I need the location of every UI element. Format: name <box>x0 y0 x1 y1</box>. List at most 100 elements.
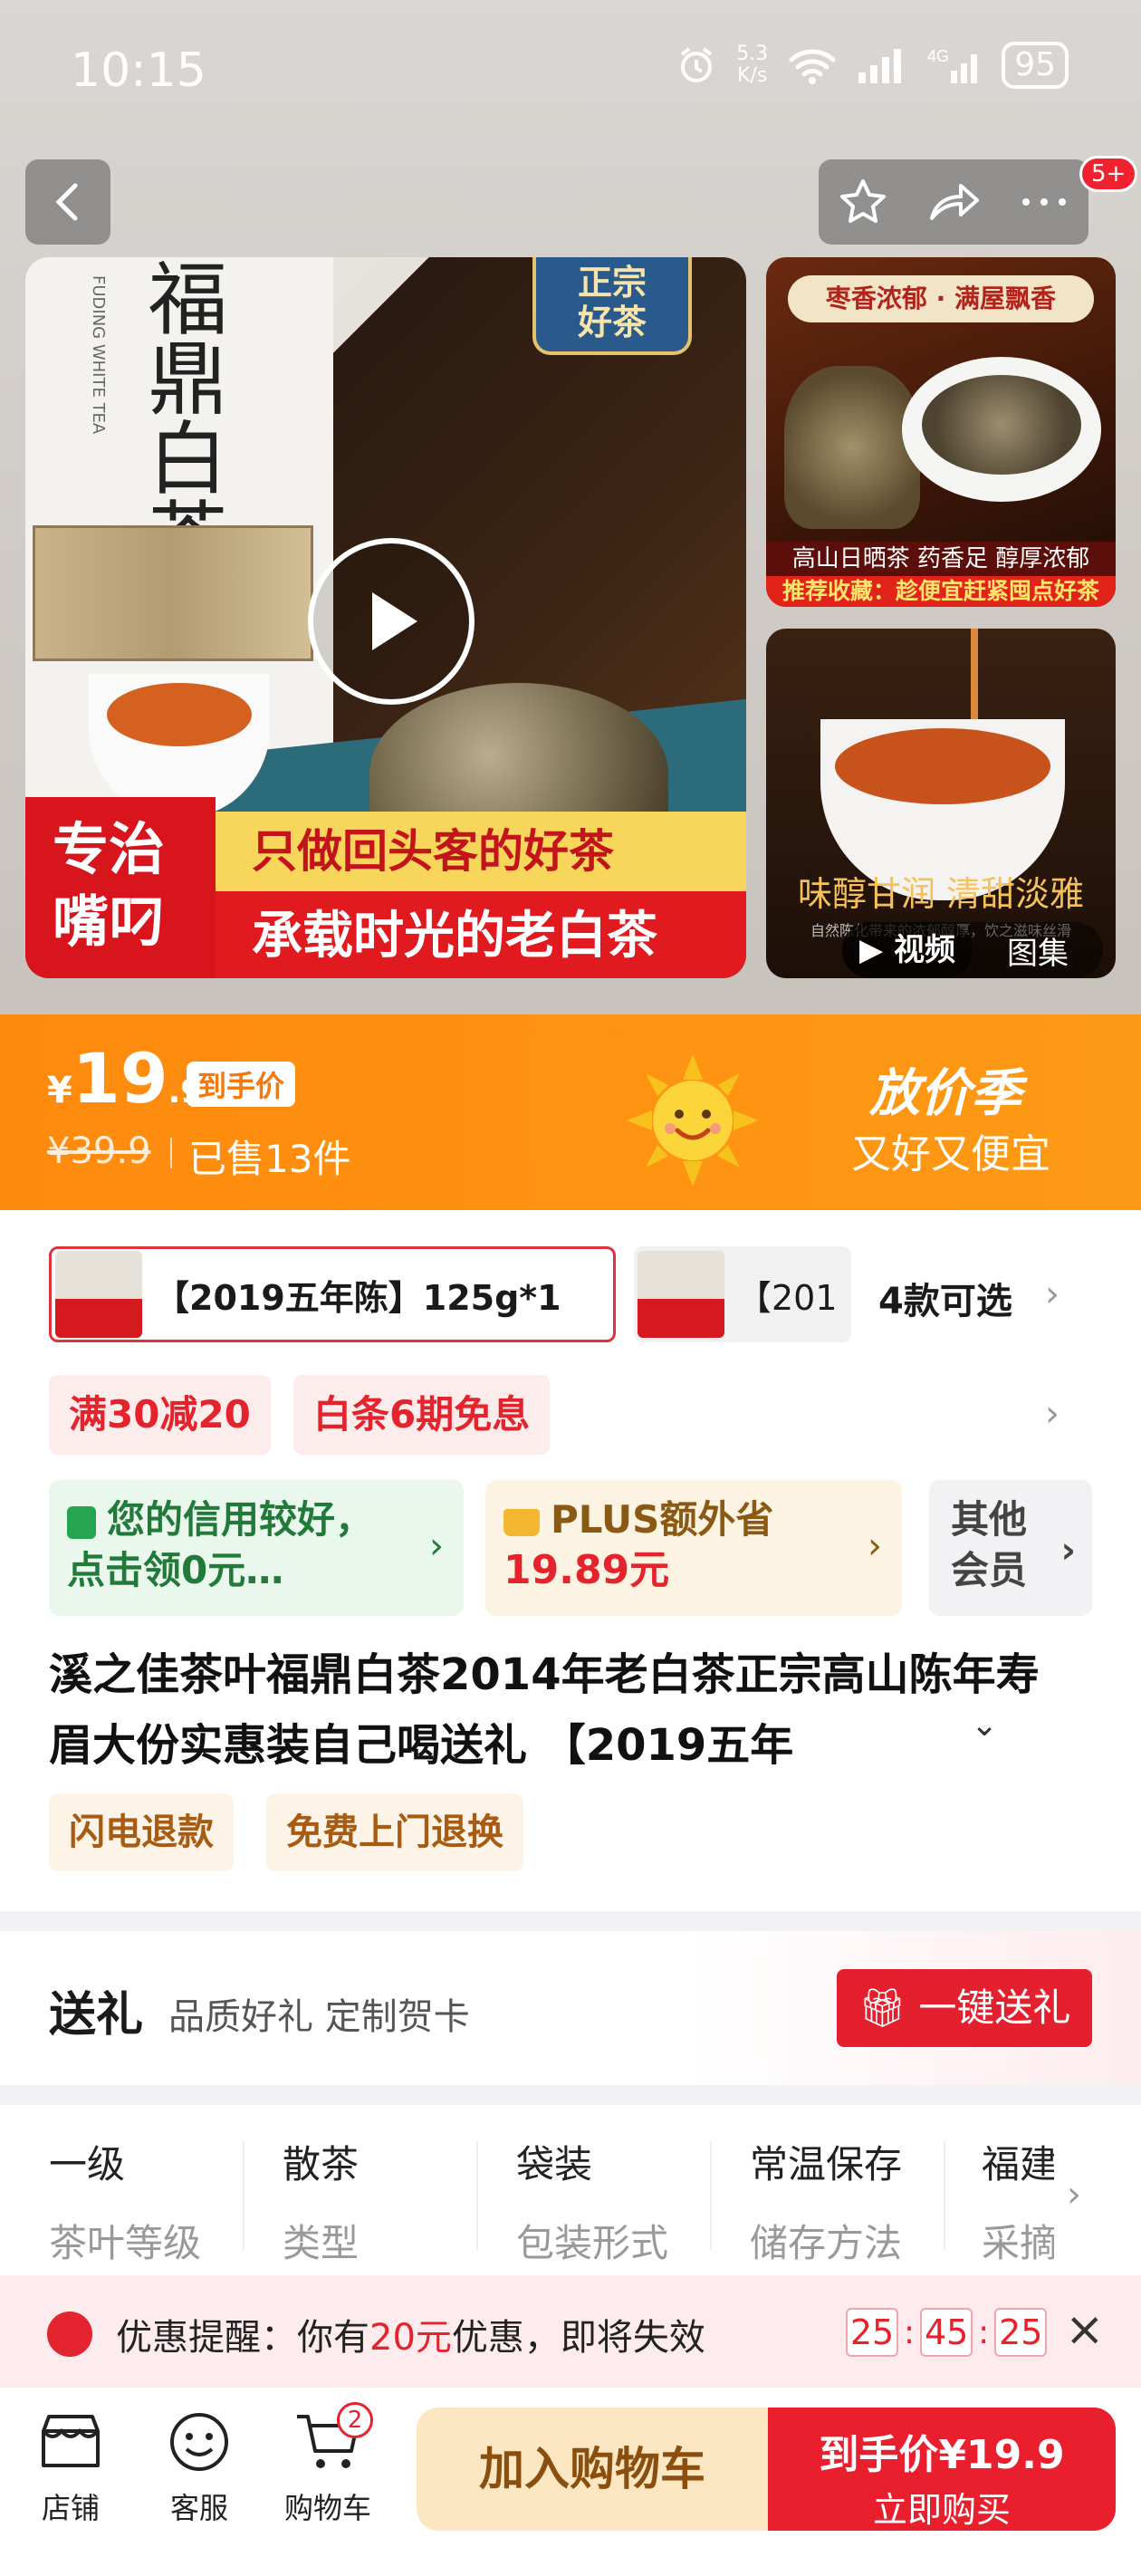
sku-option-selected[interactable]: 【2019五年陈】125g*1 <box>49 1246 616 1342</box>
sku-selector: 【2019五年陈】125g*1 【201 4款可选 › <box>49 1246 1117 1346</box>
reminder-text: 优惠提醒：你有20元优惠，即将失效 <box>116 2317 705 2359</box>
chevron-right-icon: › <box>1067 2174 1081 2216</box>
side2-caption: 味醇甘润 清甜淡雅 <box>797 874 1085 914</box>
tea-liquid <box>107 683 252 746</box>
promo-tag: 白条6期免息 <box>293 1375 551 1455</box>
side1-caption1: 高山日晒茶 药香足 醇厚浓郁 <box>766 542 1116 576</box>
bottom-action-bar: 店铺 客服 2 购物车 加入购物车 到手价¥19.9 立即购买 <box>0 2388 1141 2576</box>
divider <box>243 2141 244 2250</box>
other-member-card[interactable]: 其他会员 › <box>929 1480 1092 1616</box>
param-item: 一级 茶叶等级 <box>49 2142 202 2265</box>
param-item: 福建 采摘 <box>982 2142 1054 2265</box>
network-speed: 5.3 K/s <box>736 43 769 87</box>
store-icon <box>42 2415 100 2467</box>
countdown-timer: 25: 45: 25 <box>846 2308 1048 2357</box>
status-time: 10:15 <box>71 43 206 98</box>
banner-left: 专治 嘴叼 <box>25 797 216 978</box>
side2-tea <box>835 728 1050 804</box>
one-click-gift-button[interactable]: 🎁︎ 一键送礼 <box>837 1969 1092 2047</box>
buy-now-button[interactable]: 到手价¥19.9 立即购买 <box>768 2408 1116 2531</box>
sku-label: 【201 <box>737 1277 838 1318</box>
promo-subtitle: 又好又便宜 <box>851 1131 1050 1177</box>
tab-video[interactable]: ▶ 视频 <box>842 922 973 978</box>
chevron-right-icon: › <box>429 1525 444 1567</box>
divider <box>710 2141 712 2250</box>
customer-service-button[interactable]: 客服 <box>145 2408 254 2527</box>
divider <box>476 2141 478 2250</box>
add-to-cart-button[interactable]: 加入购物车 <box>417 2408 768 2531</box>
promo-title: 放价季 <box>869 1064 1021 1123</box>
package-subtitle: FUDING WHITE TEA <box>89 275 108 435</box>
close-icon[interactable]: × <box>1065 2302 1105 2357</box>
product-page: 10:15 5.3 K/s 4G 95 5+ 福鼎白茶 FUDING WHITE … <box>0 0 1141 2576</box>
bowl-leaves <box>922 375 1081 475</box>
back-button[interactable] <box>25 159 110 245</box>
shop-button[interactable]: 店铺 <box>16 2408 125 2527</box>
service-tag: 免费上门退换 <box>266 1793 523 1871</box>
plus-benefit-card[interactable]: PLUS额外省 19.89元 › <box>485 1480 902 1616</box>
sku-label: 【2019五年陈】125g*1 <box>155 1277 561 1318</box>
side1-headline: 枣香浓郁 · 满屋飘香 <box>788 275 1094 322</box>
sku-option[interactable]: 【201 <box>634 1246 851 1342</box>
plus-value: 19.89元 <box>503 1547 670 1593</box>
sku-count[interactable]: 4款可选 <box>878 1272 1012 1324</box>
smile-icon <box>170 2413 228 2471</box>
param-item: 袋装 包装形式 <box>516 2142 669 2265</box>
final-price-tag: 到手价 <box>187 1062 296 1107</box>
divider <box>170 1138 172 1168</box>
banner-line2: 承载时光的老白茶 <box>252 907 657 966</box>
gift-icon: 🎁︎ <box>858 1985 919 2030</box>
chevron-right-icon: › <box>868 1525 882 1567</box>
original-price: ¥39.9 <box>47 1130 151 1172</box>
param-item: 常温保存 储存方法 <box>750 2142 903 2265</box>
buy-label: 立即购买 <box>872 2490 1011 2530</box>
play-icon <box>372 592 417 650</box>
chevron-right-icon[interactable]: › <box>1045 1274 1060 1315</box>
banner-line1: 只做回头客的好茶 <box>216 812 746 891</box>
media-tabs: ▶ 视频 图集 <box>842 922 1103 978</box>
play-video-button[interactable] <box>308 538 475 705</box>
tea-spoon <box>784 366 920 529</box>
product-params[interactable]: 一级 茶叶等级 散茶 类型 袋装 包装形式 常温保存 储存方法 福建 采摘 › <box>0 2105 1141 2277</box>
side-image-1[interactable]: 枣香浓郁 · 满屋飘香 高山日晒茶 药香足 醇厚浓郁 推荐收藏：趁便宜赶紧囤点好… <box>766 257 1116 607</box>
signal-4g-icon: 4G <box>927 47 978 83</box>
gift-title: 送礼 <box>49 1988 144 2043</box>
chevron-down-icon[interactable]: ⌄ <box>971 1706 998 1744</box>
alarm-icon <box>680 47 713 82</box>
side1-caption2: 推荐收藏：趁便宜赶紧囤点好茶 <box>766 576 1116 607</box>
credit-benefit-card[interactable]: 您的信用较好，点击领0元… › <box>49 1480 464 1616</box>
price-bar: ¥19.9 到手价 ¥39.9 已售13件 放价季 又好又便宜 <box>0 1014 1141 1210</box>
product-info-card: 【2019五年陈】125g*1 【201 4款可选 › 满30减20 白条6期免… <box>0 1210 1141 1911</box>
chevron-right-icon: › <box>1060 1530 1076 1572</box>
bag-icon <box>67 1505 96 1539</box>
crown-icon <box>503 1508 540 1536</box>
promo-row[interactable]: 满30减20 白条6期免息 › <box>49 1375 1117 1456</box>
credit-text: 您的信用较好，点击领0元… <box>67 1497 374 1592</box>
chevron-right-icon: › <box>1045 1393 1060 1435</box>
benefit-row: 您的信用较好，点击领0元… › PLUS额外省 19.89元 › 其他会员 › <box>49 1480 1117 1616</box>
plus-title: PLUS额外省 <box>503 1495 884 1545</box>
authentic-seal: 正宗 好茶 <box>532 257 692 355</box>
tab-gallery[interactable]: 图集 <box>973 928 1103 973</box>
member-label: 其他会员 <box>951 1497 1028 1592</box>
gift-subtitle: 品质好礼 定制贺卡 <box>168 1996 470 2038</box>
main-product-image[interactable]: 福鼎白茶 FUDING WHITE TEA 正宗 好茶 专治 嘴叼 只做回头客的… <box>25 257 746 978</box>
product-title: 溪之佳茶叶福鼎白茶2014年老白茶正宗高山陈年寿眉大份实惠装自己喝送礼 【201… <box>49 1649 1040 1771</box>
wifi-icon <box>789 49 836 84</box>
sun-mascot-icon <box>627 1054 759 1187</box>
gift-section: 送礼 品质好礼 定制贺卡 🎁︎ 一键送礼 <box>0 1931 1141 2085</box>
share-icon[interactable] <box>926 177 981 227</box>
notification-badge: 5+ <box>1079 156 1138 192</box>
sold-count: 已售13件 <box>188 1137 351 1181</box>
divider <box>944 2141 945 2250</box>
more-icon[interactable] <box>1019 193 1069 211</box>
status-icons: 5.3 K/s 4G 95 <box>676 42 1069 89</box>
banner-right: 只做回头客的好茶 承载时光的老白茶 <box>216 812 746 978</box>
package-painting <box>33 525 313 661</box>
star-icon[interactable] <box>838 177 888 227</box>
product-gallery[interactable]: 10:15 5.3 K/s 4G 95 5+ 福鼎白茶 FUDING WHITE … <box>0 0 1141 1014</box>
coupon-reminder[interactable]: 优惠提醒：你有20元优惠，即将失效 25: 45: 25 × <box>0 2275 1141 2388</box>
service-tag: 闪电退款 <box>49 1793 234 1871</box>
final-price: ¥19.9 <box>47 1038 204 1119</box>
cart-button[interactable]: 2 购物车 <box>273 2402 382 2527</box>
